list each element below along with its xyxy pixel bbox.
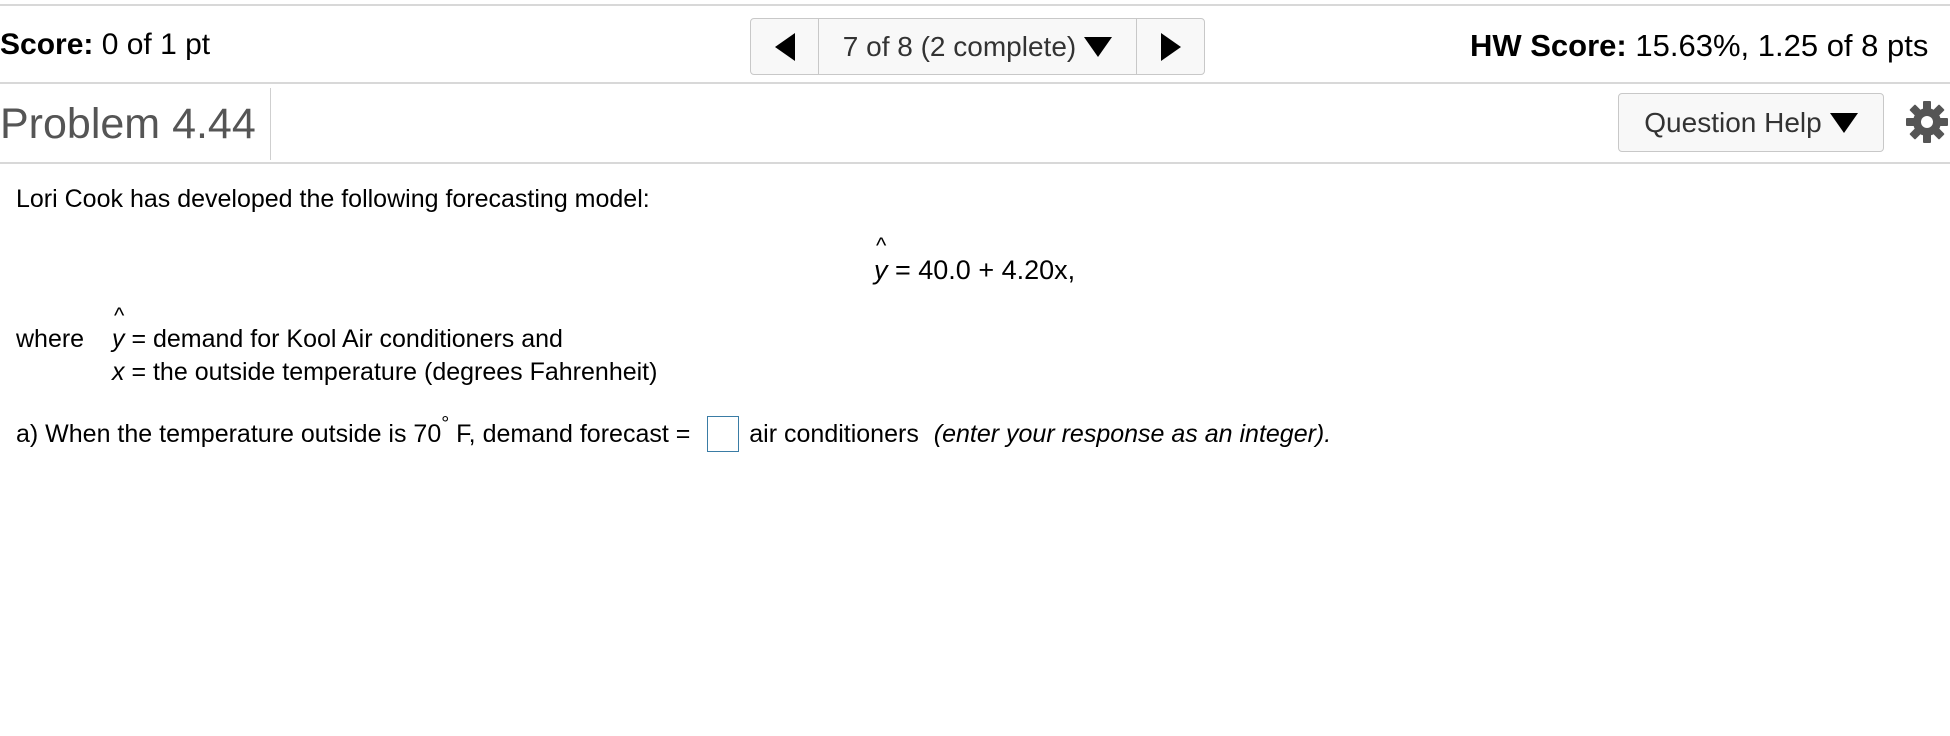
problem-title: Problem 4.44 xyxy=(0,100,256,148)
where-label: where xyxy=(16,325,85,353)
chevron-down-icon xyxy=(1829,112,1858,133)
question-part-a: a) When the temperature outside is 70 ° … xyxy=(16,412,1332,452)
question-mid: F, demand forecast = xyxy=(449,419,698,448)
question-select-dropdown[interactable]: 7 of 8 (2 complete) xyxy=(819,19,1136,74)
question-help-button[interactable]: Question Help xyxy=(1618,93,1884,152)
hw-score-label: HW Score: xyxy=(1470,28,1627,63)
degree-symbol: ° xyxy=(441,412,450,435)
score-bar: Score: 0 of 1 pt 7 of 8 (2 complete) HW … xyxy=(0,4,1950,84)
question-help-label: Question Help xyxy=(1644,106,1822,138)
hw-score-value: 15.63%, 1.25 of 8 pts xyxy=(1635,28,1929,63)
score-value: 0 of 1 pt xyxy=(101,28,211,61)
equation-rhs: = 40.0 + 4.20x, xyxy=(887,255,1076,285)
next-question-button[interactable] xyxy=(1136,19,1204,74)
question-suffix: air conditioners xyxy=(749,419,926,448)
hat-accent: ^ xyxy=(114,303,125,328)
previous-question-button[interactable] xyxy=(751,19,819,74)
demand-forecast-answer-input[interactable] xyxy=(707,416,740,452)
question-navigator: 7 of 8 (2 complete) xyxy=(750,18,1205,75)
y-hat-variable: ^ y xyxy=(874,233,888,285)
y-hat-definition: ^ y = demand for Kool Air conditioners an… xyxy=(112,303,563,353)
gear-icon[interactable] xyxy=(1906,101,1948,143)
triangle-left-icon xyxy=(774,32,795,61)
x-variable: x xyxy=(112,358,125,386)
hw-score: HW Score: 15.63%, 1.25 of 8 pts xyxy=(1470,28,1950,64)
y-hat-variable: ^ y xyxy=(112,303,125,353)
homework-page: Score: 0 of 1 pt 7 of 8 (2 complete) HW … xyxy=(0,0,1950,736)
question-score: Score: 0 of 1 pt xyxy=(0,28,210,62)
triangle-right-icon xyxy=(1160,32,1181,61)
triangle-down-icon xyxy=(1084,36,1113,57)
hat-accent: ^ xyxy=(876,233,887,258)
answer-format-hint: (enter your response as an integer). xyxy=(933,419,1332,448)
problem-header: Problem 4.44 Question Help xyxy=(0,84,1950,164)
question-prefix: a) When the temperature outside is 70 xyxy=(16,419,442,448)
x-definition: x = the outside temperature (degrees Fah… xyxy=(112,358,658,386)
score-label: Score: xyxy=(0,28,94,61)
forecast-equation: ^ y = 40.0 + 4.20x, xyxy=(874,233,1076,286)
intro-text: Lori Cook has developed the following fo… xyxy=(16,185,650,213)
title-divider xyxy=(270,88,271,160)
question-position: 7 of 8 (2 complete) xyxy=(842,30,1077,62)
